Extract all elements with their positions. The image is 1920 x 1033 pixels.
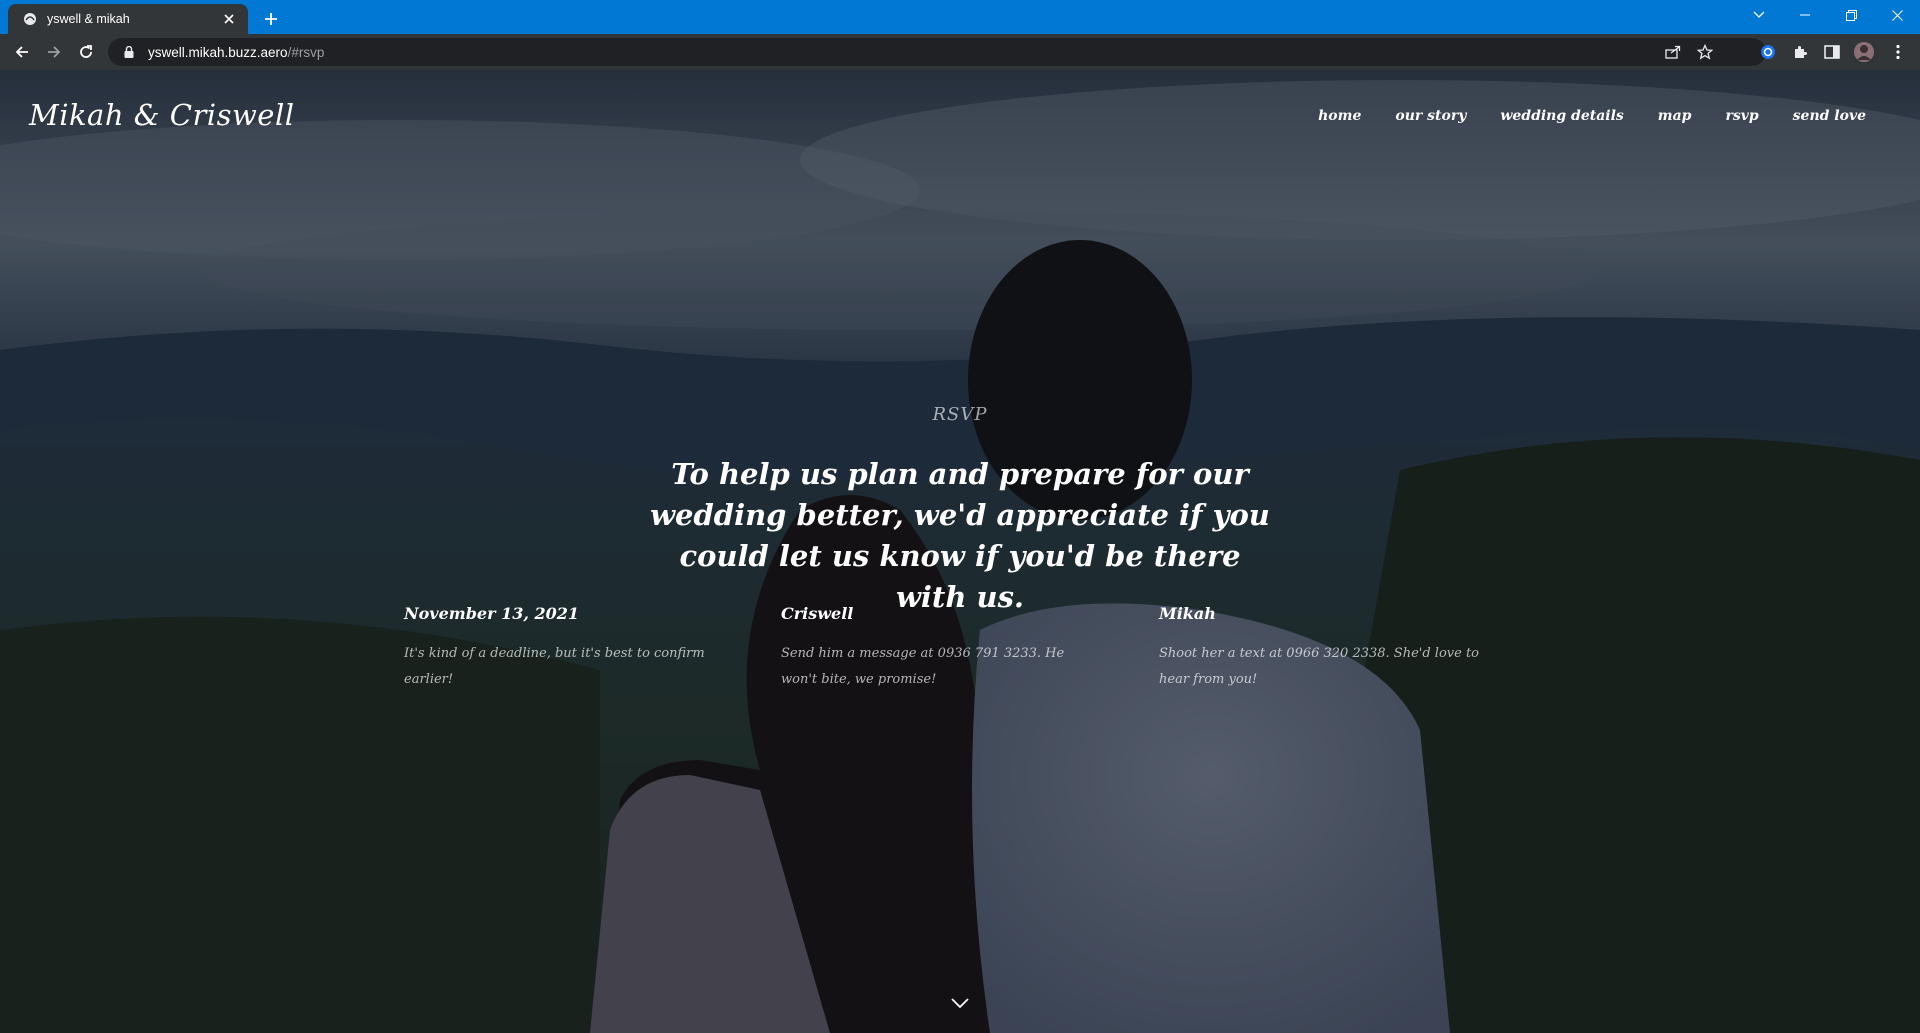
close-icon[interactable]	[220, 10, 238, 28]
reload-icon[interactable]	[72, 38, 100, 66]
lock-icon[interactable]	[122, 45, 136, 59]
kebab-menu-icon[interactable]	[1884, 38, 1912, 66]
chevron-down-icon[interactable]	[1736, 0, 1782, 30]
address-bar[interactable]: yswell.mikah.buzz.aero/#rsvp	[108, 38, 1766, 66]
tab-title: yswell & mikah	[47, 12, 130, 26]
minimize-icon[interactable]	[1782, 0, 1828, 30]
site-nav: home our story wedding details map rsvp …	[1318, 108, 1866, 124]
nav-map[interactable]: map	[1658, 108, 1692, 124]
tab-favicon-icon	[22, 11, 38, 27]
nav-send-love[interactable]: send love	[1793, 108, 1866, 124]
deadline-title: November 13, 2021	[404, 604, 580, 623]
window-close-icon[interactable]	[1874, 0, 1920, 30]
url-path: /#rsvp	[287, 44, 325, 60]
nav-wedding-details[interactable]: wedding details	[1500, 108, 1623, 124]
share-icon[interactable]	[1664, 44, 1682, 60]
nav-home[interactable]: home	[1318, 108, 1361, 124]
site-brand[interactable]: Mikah & Criswell	[29, 98, 295, 132]
mikah-title: Mikah	[1159, 604, 1216, 623]
browser-toolbar: yswell.mikah.buzz.aero/#rsvp	[0, 34, 1920, 70]
browser-tab[interactable]: yswell & mikah	[8, 4, 248, 34]
url-host: yswell.mikah.buzz.aero	[148, 44, 288, 60]
deadline-text: It's kind of a deadline, but it's best t…	[404, 646, 705, 687]
star-icon[interactable]	[1696, 44, 1714, 60]
rsvp-hero-section: Mikah & Criswell home our story wedding …	[0, 70, 1920, 1033]
rsvp-column-mikah: Mikah Shoot her a text at 0966 320 2338.…	[1159, 604, 1479, 693]
mikah-text: Shoot her a text at 0966 320 2338. She'd…	[1159, 646, 1480, 687]
browser-titlebar: yswell & mikah	[0, 0, 1920, 34]
puzzle-icon[interactable]	[1786, 38, 1814, 66]
url-text: yswell.mikah.buzz.aero/#rsvp	[148, 45, 324, 60]
rsvp-kicker: RSVP	[932, 404, 988, 425]
extension-icon[interactable]	[1754, 38, 1782, 66]
back-arrow-icon[interactable]	[8, 38, 36, 66]
rsvp-heading: To help us plan and prepare for our wedd…	[650, 457, 1270, 614]
nav-rsvp[interactable]: rsvp	[1725, 108, 1758, 124]
rsvp-column-criswell: Criswell Send him a message at 0936 791 …	[781, 604, 1101, 693]
criswell-title: Criswell	[781, 604, 854, 623]
criswell-text: Send him a message at 0936 791 3233. He …	[781, 646, 1065, 687]
sidebar-icon[interactable]	[1818, 38, 1846, 66]
nav-our-story[interactable]: our story	[1395, 108, 1466, 124]
avatar-icon[interactable]	[1850, 38, 1878, 66]
rsvp-column-deadline: November 13, 2021 It's kind of a deadlin…	[404, 604, 724, 693]
restore-icon[interactable]	[1828, 0, 1874, 30]
forward-arrow-icon[interactable]	[40, 38, 68, 66]
plus-icon[interactable]	[258, 6, 284, 32]
scroll-down-chevron-icon[interactable]	[948, 995, 972, 1011]
